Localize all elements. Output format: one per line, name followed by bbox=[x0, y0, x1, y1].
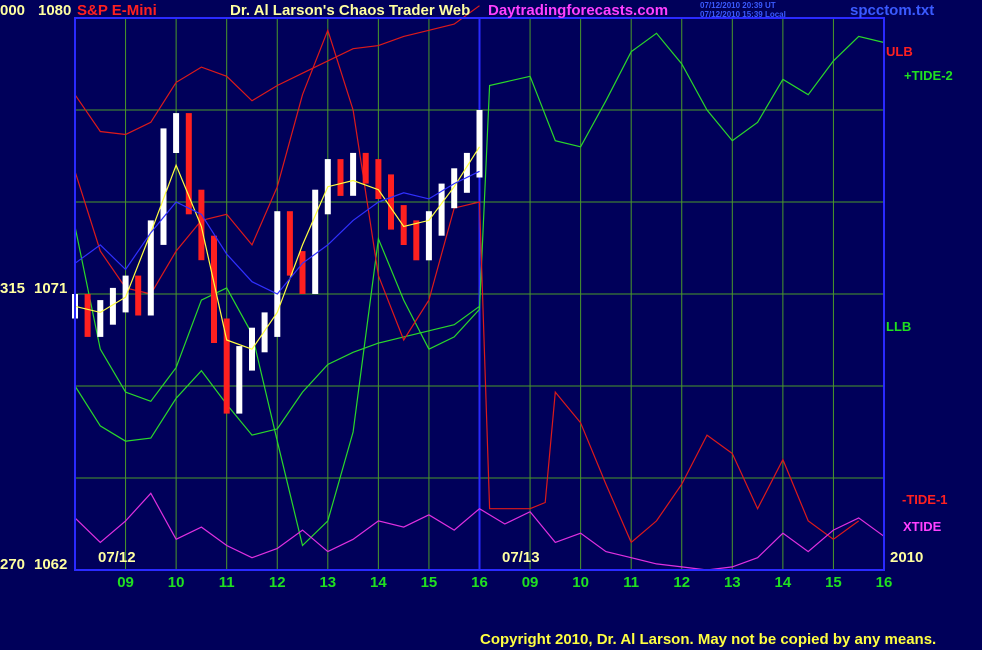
price-bar bbox=[147, 220, 154, 316]
x-tick-label: 10 bbox=[168, 574, 185, 591]
price-bar bbox=[337, 159, 344, 196]
price-bar bbox=[286, 211, 293, 276]
mid-left-value: 315 bbox=[0, 280, 26, 297]
price-bar bbox=[451, 168, 458, 209]
x-tick-label: 16 bbox=[876, 574, 893, 591]
x-tick-label: 13 bbox=[319, 574, 336, 591]
x-tick-label: 15 bbox=[825, 574, 842, 591]
price-bar bbox=[261, 312, 268, 353]
legend-llb: LLB bbox=[886, 319, 912, 334]
timestamp-local: 07/12/2010 15:39 Local bbox=[700, 10, 786, 19]
price-bar bbox=[160, 128, 167, 245]
x-tick-label: 09 bbox=[522, 574, 539, 591]
price-bar bbox=[236, 346, 243, 414]
legend-xtide: XTIDE bbox=[903, 519, 942, 534]
top-left-value: 000 bbox=[0, 2, 26, 19]
filename-label: spcctom.txt bbox=[850, 2, 935, 19]
price-bar bbox=[122, 275, 129, 313]
x-tick-label: 16 bbox=[471, 574, 488, 591]
price-bar bbox=[476, 110, 483, 178]
site-label: Daytradingforecasts.com bbox=[488, 2, 669, 19]
legend-tide1: -TIDE-1 bbox=[902, 492, 948, 507]
price-bar bbox=[413, 220, 420, 261]
chart-title: Dr. Al Larson's Chaos Trader Web bbox=[230, 2, 471, 19]
x-tick-label: 14 bbox=[775, 574, 792, 591]
price-bar bbox=[211, 235, 217, 343]
date-label-day1: 07/12 bbox=[98, 549, 136, 566]
x-tick-label: 15 bbox=[421, 574, 438, 591]
price-bar bbox=[388, 174, 394, 230]
x-tick-label: 14 bbox=[370, 574, 387, 591]
plot-background bbox=[0, 0, 982, 650]
price-bar bbox=[274, 211, 281, 337]
year-label: 2010 bbox=[890, 549, 924, 566]
price-bar bbox=[350, 152, 357, 196]
legend-ulb: ULB bbox=[886, 44, 913, 59]
price-bar bbox=[362, 152, 369, 184]
x-tick-label: 10 bbox=[572, 574, 589, 591]
x-tick-label: 09 bbox=[117, 574, 134, 591]
price-bar bbox=[173, 113, 180, 153]
mid-price-label: 1071 bbox=[34, 280, 68, 297]
instrument-label: S&P E-Mini bbox=[77, 2, 157, 19]
top-price-label: 1080 bbox=[38, 2, 72, 19]
price-bar bbox=[135, 275, 142, 316]
x-tick-label: 12 bbox=[673, 574, 690, 591]
x-tick-label: 11 bbox=[623, 574, 639, 591]
price-bar bbox=[97, 300, 104, 337]
x-tick-label: 13 bbox=[724, 574, 741, 591]
x-tick-label: 12 bbox=[269, 574, 286, 591]
timestamp-ut: 07/12/2010 20:39 UT bbox=[700, 1, 776, 10]
price-bar bbox=[463, 152, 470, 193]
bottom-left-value: 270 bbox=[0, 556, 26, 573]
x-tick-label: 11 bbox=[219, 574, 235, 591]
copyright: Copyright 2010, Dr. Al Larson. May not b… bbox=[480, 631, 937, 648]
price-bar bbox=[299, 251, 306, 294]
price-bar bbox=[400, 205, 407, 245]
legend-tide2: +TIDE-2 bbox=[904, 68, 953, 83]
price-bar bbox=[312, 189, 319, 294]
chaos-chart: 09 10 11 12 13 14 15 16 09 10 11 12 13 14 15 16 bbox=[0, 0, 982, 650]
bottom-price-label: 1062 bbox=[34, 556, 68, 573]
price-bar bbox=[84, 294, 91, 337]
date-label-day2: 07/13 bbox=[502, 549, 540, 566]
price-bar bbox=[185, 113, 192, 215]
